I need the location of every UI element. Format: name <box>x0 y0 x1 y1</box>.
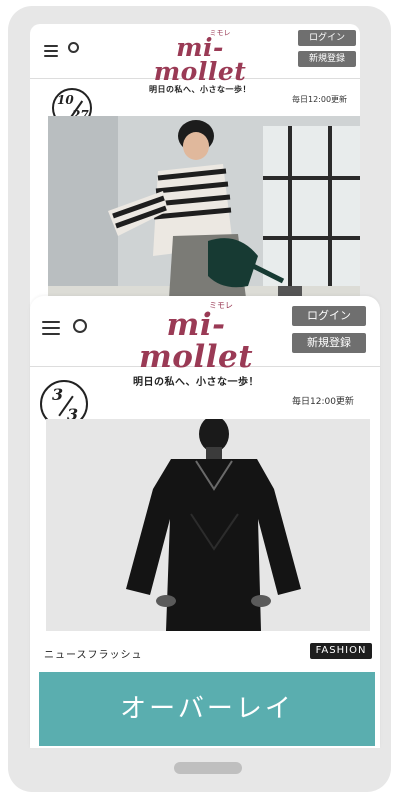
news-flash-label: ニュースフラッシュ <box>44 650 143 661</box>
site-logo[interactable]: ミモレ mi-mollet 明日の私へ、小さな一歩！ <box>116 300 276 388</box>
header: ミモレ mi-mollet 明日の私へ、小さな一歩！ ログイン 新規登録 <box>30 24 360 94</box>
date-month: 10 <box>57 93 74 107</box>
logo-text: mi-mollet <box>153 33 247 86</box>
signup-button[interactable]: 新規登録 <box>292 333 366 353</box>
update-text: 毎日12:00更新 <box>292 95 348 104</box>
update-text: 毎日12:00更新 <box>292 397 354 407</box>
back-screen: ミモレ mi-mollet 明日の私へ、小さな一歩！ ログイン 新規登録 10 … <box>30 24 360 314</box>
tagline: 明日の私へ、小さな一歩！ <box>133 377 259 388</box>
category-badge[interactable]: FASHION <box>310 643 372 659</box>
menu-icon[interactable] <box>44 45 58 57</box>
date-month: 3 <box>52 385 64 404</box>
login-button[interactable]: ログイン <box>298 30 356 46</box>
search-icon[interactable] <box>68 42 79 53</box>
signup-button[interactable]: 新規登録 <box>298 51 356 67</box>
search-icon[interactable] <box>73 319 87 333</box>
kitchen-photo-image <box>48 116 360 314</box>
site-logo[interactable]: ミモレ mi-mollet 明日の私へ、小さな一歩！ <box>130 28 270 95</box>
hero-photo-fashion[interactable] <box>46 419 370 631</box>
hero-photo-kitchen[interactable] <box>48 116 360 314</box>
tagline: 明日の私へ、小さな一歩！ <box>149 85 251 94</box>
logo-text: mi-mollet <box>138 307 254 375</box>
overlay-banner[interactable]: オーバーレイ <box>39 672 375 746</box>
menu-icon[interactable] <box>42 321 60 335</box>
fashion-photo-image <box>46 419 370 631</box>
home-button[interactable] <box>174 762 242 774</box>
login-button[interactable]: ログイン <box>292 306 366 326</box>
header: ミモレ mi-mollet 明日の私へ、小さな一歩！ ログイン 新規登録 <box>30 296 380 388</box>
